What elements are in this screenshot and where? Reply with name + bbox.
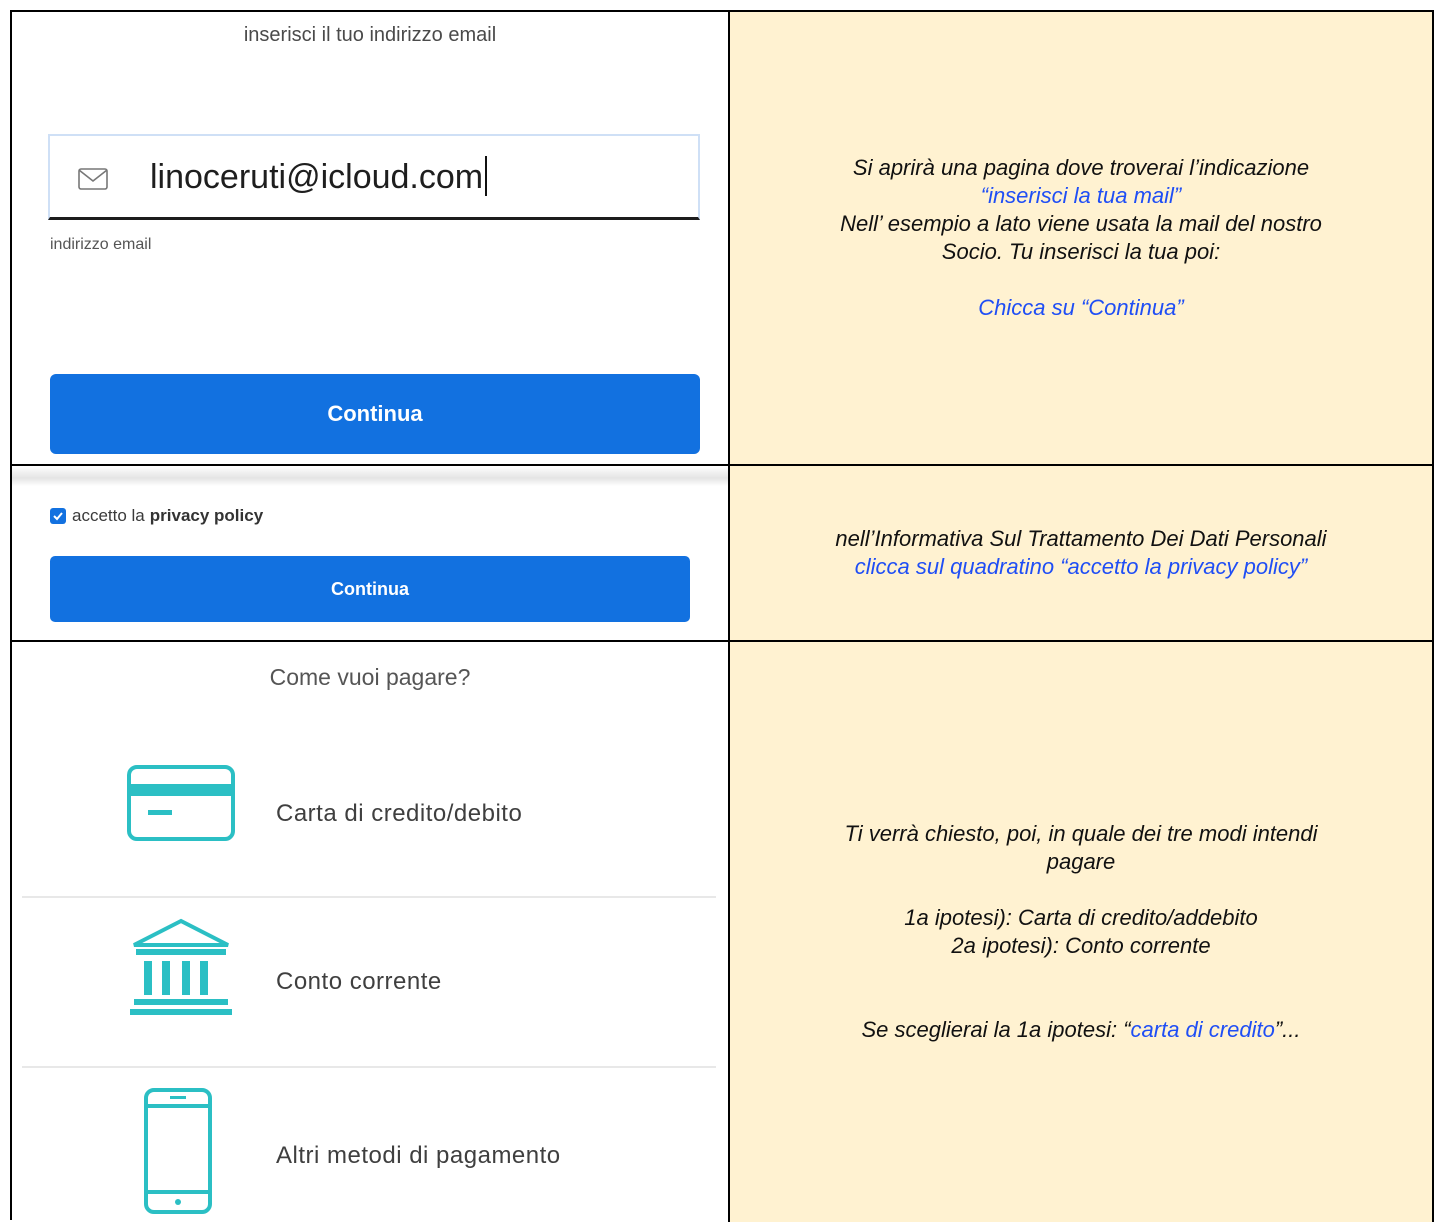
row-privacy: accetto la privacy policy Continua nell’… bbox=[12, 466, 1434, 642]
payment-screenshot-panel: Come vuoi pagare? Carta di credito/debit… bbox=[12, 642, 728, 1222]
instruction-highlight: “inserisci la tua mail” bbox=[980, 183, 1182, 208]
instruction-text: Se sceglierai la 1a ipotesi: “carta di c… bbox=[861, 1017, 1301, 1042]
payment-option-label: Conto corrente bbox=[276, 968, 442, 995]
instruction-table: inserisci il tuo indirizzo email linocer… bbox=[10, 10, 1434, 1222]
email-field-value: linoceruti@icloud.com bbox=[150, 156, 488, 197]
continue-button[interactable]: Continua bbox=[50, 374, 700, 454]
privacy-checkbox-label: accetto la bbox=[72, 506, 145, 525]
instruction-text: Socio. Tu inserisci la tua poi: bbox=[941, 239, 1221, 264]
instruction-text: pagare bbox=[1046, 849, 1116, 874]
privacy-instructions: nell’Informativa Sul Trattamento Dei Dat… bbox=[728, 466, 1434, 640]
email-heading: inserisci il tuo indirizzo email bbox=[243, 24, 497, 46]
divider bbox=[22, 1066, 716, 1068]
email-field-caption: indirizzo email bbox=[50, 236, 152, 253]
cropped-heading-band bbox=[12, 466, 728, 486]
payment-option-label: Altri metodi di pagamento bbox=[276, 1142, 561, 1169]
privacy-policy-label[interactable]: privacy policy bbox=[150, 506, 263, 526]
instruction-text: Nell’ esempio a lato viene usata la mail… bbox=[840, 211, 1322, 236]
privacy-screenshot-panel: accetto la privacy policy Continua bbox=[12, 466, 728, 640]
instruction-highlight: clicca sul quadratino “accetto la privac… bbox=[854, 554, 1308, 579]
instruction-text: nell’Informativa Sul Trattamento Dei Dat… bbox=[835, 526, 1327, 551]
smartphone-icon bbox=[142, 1086, 214, 1221]
email-instructions: Si aprirà una pagina dove troverai l’ind… bbox=[728, 12, 1434, 464]
divider bbox=[22, 896, 716, 898]
email-screenshot-panel: inserisci il tuo indirizzo email linocer… bbox=[12, 12, 728, 464]
continue-button[interactable]: Continua bbox=[50, 556, 690, 622]
checkbox-checked-icon[interactable] bbox=[50, 508, 66, 524]
bank-icon bbox=[126, 917, 236, 1022]
payment-option-bank[interactable]: Conto corrente bbox=[12, 912, 728, 1062]
instruction-text: 2a ipotesi): Conto corrente bbox=[951, 933, 1211, 958]
row-email: inserisci il tuo indirizzo email linocer… bbox=[12, 12, 1434, 466]
privacy-checkbox-row[interactable]: accetto la privacy policy bbox=[50, 506, 263, 526]
email-input[interactable]: linoceruti@icloud.com bbox=[48, 134, 700, 220]
instruction-highlight: Chicca su “Continua” bbox=[978, 295, 1184, 320]
payment-instructions: Ti verrà chiesto, poi, in quale dei tre … bbox=[728, 642, 1434, 1222]
payment-heading: Come vuoi pagare? bbox=[269, 664, 471, 690]
mail-icon bbox=[78, 168, 108, 195]
row-payment: Come vuoi pagare? Carta di credito/debit… bbox=[12, 642, 1434, 1222]
text-caret bbox=[485, 156, 488, 196]
instruction-text: Ti verrà chiesto, poi, in quale dei tre … bbox=[844, 821, 1318, 846]
payment-option-card[interactable]: Carta di credito/debito bbox=[12, 742, 728, 892]
instruction-text: 1a ipotesi): Carta di credito/addebito bbox=[904, 905, 1258, 930]
instruction-text: Si aprirà una pagina dove troverai l’ind… bbox=[852, 155, 1310, 180]
payment-option-label: Carta di credito/debito bbox=[276, 800, 523, 827]
payment-option-other[interactable]: Altri metodi di pagamento bbox=[12, 1082, 728, 1222]
credit-card-icon bbox=[126, 764, 236, 847]
